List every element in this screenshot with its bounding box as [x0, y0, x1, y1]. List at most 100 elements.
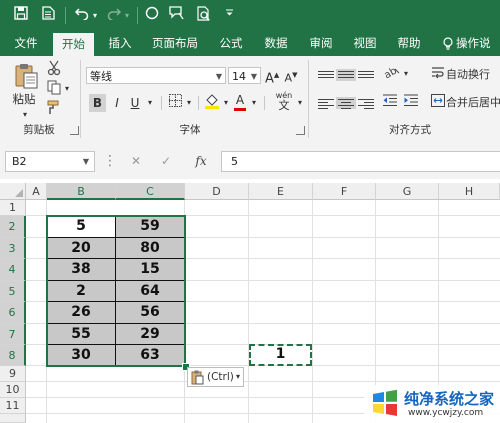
cell-b8[interactable]: 30 — [47, 345, 116, 366]
separator — [65, 7, 66, 24]
format-painter-icon[interactable] — [46, 100, 62, 118]
insert-function-button[interactable]: fx — [192, 151, 210, 172]
fill-color-icon[interactable] — [203, 93, 221, 111]
cell-c8[interactable]: 63 — [116, 345, 185, 366]
tab-review[interactable]: 审阅 — [301, 31, 341, 56]
circle-shape-icon[interactable] — [144, 6, 160, 25]
column-header-e[interactable]: E — [249, 183, 313, 200]
grow-font-button[interactable]: A▲ — [265, 66, 279, 86]
cell-c4[interactable]: 15 — [116, 259, 185, 281]
cell-c2[interactable]: 59 — [116, 216, 185, 238]
phonetic-dropdown-icon[interactable]: ▾ — [296, 94, 304, 112]
copy-dropdown-icon[interactable]: ▾ — [63, 80, 71, 98]
column-header-g[interactable]: G — [376, 183, 439, 200]
row-header-10[interactable]: 10 — [0, 382, 26, 398]
print-preview-icon[interactable] — [195, 6, 213, 25]
align-center-icon[interactable] — [336, 97, 356, 109]
tab-insert[interactable]: 插入 — [100, 31, 140, 56]
paste-options-button[interactable]: (Ctrl) ▾ — [187, 367, 244, 387]
undo-icon[interactable] — [74, 6, 90, 25]
underline-button[interactable]: U — [128, 94, 142, 112]
separator — [137, 7, 138, 24]
row-header-6[interactable]: 6 — [0, 302, 26, 324]
name-box[interactable]: B2 ▼ — [5, 151, 95, 172]
merge-center-icon[interactable] — [430, 94, 446, 112]
cell-b4[interactable]: 38 — [47, 259, 116, 281]
tab-page-layout[interactable]: 页面布局 — [146, 31, 204, 56]
increase-indent-icon[interactable] — [402, 94, 420, 112]
tab-view[interactable]: 视图 — [345, 31, 385, 56]
undo-dropdown-icon[interactable]: ▾ — [91, 6, 99, 25]
cell-b6[interactable]: 26 — [47, 302, 116, 324]
cell-b5[interactable]: 2 — [47, 281, 116, 302]
cell-c5[interactable]: 64 — [116, 281, 185, 302]
formula-bar-grip-icon[interactable]: ⋮ — [103, 151, 117, 172]
tab-home[interactable]: 开始 — [53, 33, 94, 56]
column-header-c[interactable]: C — [116, 183, 185, 200]
align-middle-icon[interactable] — [336, 69, 356, 81]
row-header-7[interactable]: 7 — [0, 324, 26, 345]
row-header-12[interactable] — [0, 414, 26, 423]
font-launcher-icon[interactable] — [296, 126, 305, 135]
column-header-d[interactable]: D — [185, 183, 249, 200]
tab-file[interactable]: 文件 — [6, 31, 46, 56]
cell-c6[interactable]: 56 — [116, 302, 185, 324]
tab-data[interactable]: 数据 — [256, 31, 296, 56]
cell-b7[interactable]: 55 — [47, 324, 116, 345]
font-color-dropdown-icon[interactable]: ▾ — [250, 94, 258, 112]
tab-help[interactable]: 帮助 — [389, 31, 429, 56]
align-right-icon[interactable] — [358, 97, 374, 109]
decrease-indent-icon[interactable] — [381, 94, 399, 112]
row-header-1[interactable]: 1 — [0, 200, 26, 216]
font-size-select[interactable]: 14 ▼ — [228, 67, 261, 84]
font-name-select[interactable]: 等线 ▼ — [86, 67, 226, 84]
cell-b3[interactable]: 20 — [47, 238, 116, 259]
formula-input[interactable]: 5 — [221, 151, 500, 172]
cell-b2[interactable]: 5 — [47, 216, 116, 238]
lightbulb-icon[interactable] — [440, 31, 456, 56]
merge-center-button[interactable]: 合并后居中 — [446, 94, 500, 112]
bold-button[interactable]: B — [89, 94, 106, 112]
column-header-h[interactable]: H — [439, 183, 500, 200]
row-header-8[interactable]: 8 — [0, 345, 26, 366]
column-header-b[interactable]: B — [47, 183, 116, 200]
align-left-icon[interactable] — [318, 97, 334, 109]
customize-qat-icon[interactable] — [224, 6, 234, 25]
column-header-f[interactable]: F — [313, 183, 376, 200]
row-header-4[interactable]: 4 — [0, 259, 26, 281]
column-header-a[interactable]: A — [26, 183, 47, 200]
cut-icon[interactable] — [46, 60, 62, 78]
copy-icon[interactable] — [46, 80, 62, 98]
open-file-icon[interactable] — [40, 6, 56, 25]
shape-select-icon[interactable] — [168, 6, 186, 25]
paste-icon[interactable] — [10, 62, 42, 90]
save-icon[interactable] — [12, 6, 30, 25]
row-header-11[interactable]: 11 — [0, 398, 26, 414]
row-header-9[interactable]: 9 — [0, 366, 26, 382]
underline-dropdown-icon[interactable]: ▾ — [146, 94, 154, 112]
orientation-dropdown-icon[interactable]: ▾ — [402, 65, 410, 83]
italic-button[interactable]: I — [110, 94, 124, 112]
select-all-button[interactable] — [0, 183, 26, 200]
borders-dropdown-icon[interactable]: ▾ — [185, 94, 193, 112]
font-color-button[interactable]: A — [233, 91, 247, 113]
wrap-text-icon[interactable] — [430, 66, 446, 84]
clipboard-launcher-icon[interactable] — [70, 126, 79, 135]
align-bottom-icon[interactable] — [358, 69, 374, 81]
row-header-2[interactable]: 2 — [0, 216, 26, 238]
shrink-font-button[interactable]: A▼ — [284, 66, 298, 85]
phonetic-button[interactable]: wén 文 — [272, 91, 296, 111]
tell-me-search[interactable]: 操作说 — [456, 31, 500, 56]
separator — [80, 60, 81, 138]
fill-color-dropdown-icon[interactable]: ▾ — [222, 94, 230, 112]
align-top-icon[interactable] — [318, 69, 334, 81]
row-header-3[interactable]: 3 — [0, 238, 26, 259]
tab-formulas[interactable]: 公式 — [211, 31, 251, 56]
borders-icon[interactable] — [167, 94, 183, 112]
cell-e8[interactable]: 1 — [251, 346, 310, 364]
cell-c3[interactable]: 80 — [116, 238, 185, 259]
wrap-text-button[interactable]: 自动换行 — [446, 66, 500, 84]
row-header-5[interactable]: 5 — [0, 281, 26, 302]
orientation-icon[interactable]: ab — [382, 65, 401, 83]
cell-c7[interactable]: 29 — [116, 324, 185, 345]
